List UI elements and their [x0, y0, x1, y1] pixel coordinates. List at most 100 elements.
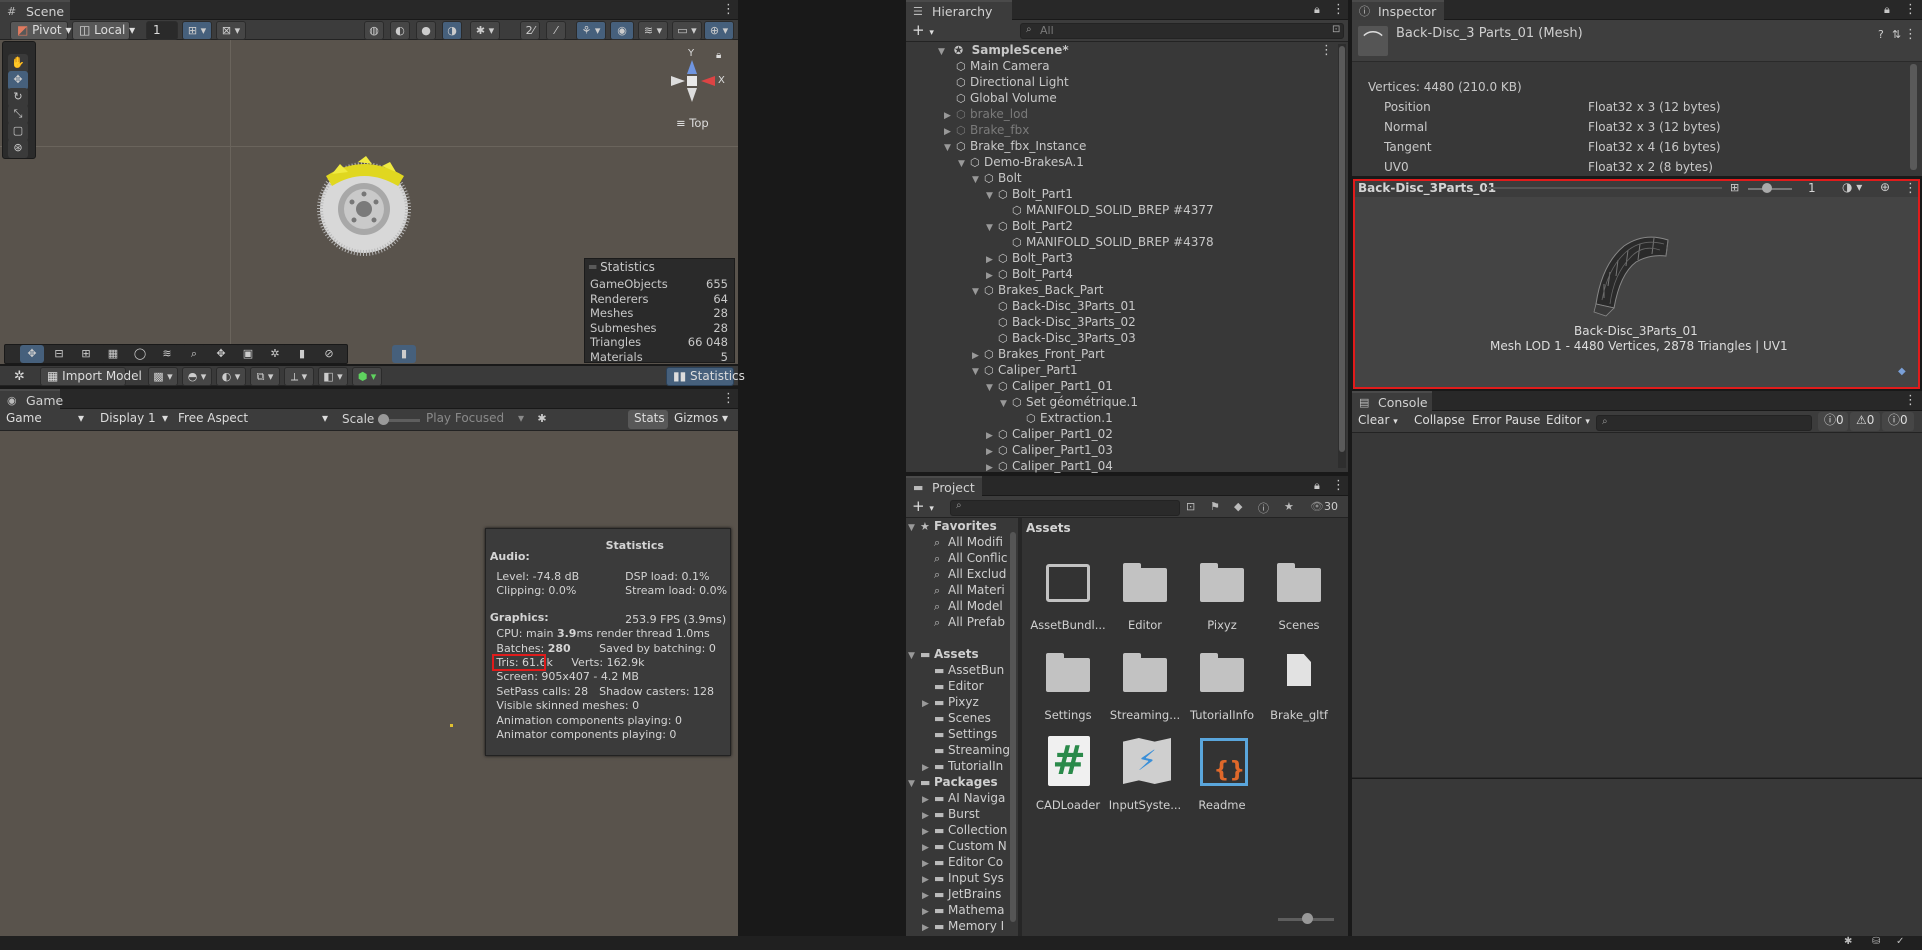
hierarchy-item[interactable]: ▶ ⬡ Bolt_Part4: [986, 266, 1073, 282]
tab-scene[interactable]: # Scene: [0, 0, 70, 20]
overlay-stats-button[interactable]: ▮: [392, 345, 416, 363]
project-tree-item[interactable]: ▬ AssetBun: [922, 662, 1004, 678]
search-by-label-icon[interactable]: ⚑: [1210, 500, 1220, 513]
hierarchy-item[interactable]: ⬡ Back-Disc_3Parts_02: [986, 314, 1136, 330]
expand-arrow-icon[interactable]: ▼: [986, 188, 998, 204]
hierarchy-item[interactable]: ▼ ⬡ Brake_fbx_Instance: [944, 138, 1086, 154]
tree-arrow-icon[interactable]: ▼: [908, 520, 920, 536]
scene-row-menu-icon[interactable]: ⋮: [1320, 44, 1333, 58]
expand-arrow-icon[interactable]: ▼: [986, 380, 998, 396]
overlay-tool-button[interactable]: ▮: [290, 345, 314, 363]
tab-inspector[interactable]: ⓘ Inspector: [1352, 0, 1444, 20]
project-tree-item[interactable]: ▬ Scenes: [922, 710, 991, 726]
tree-arrow-icon[interactable]: ▼: [908, 648, 920, 664]
hierarchy-item[interactable]: ▶ ⬡ Caliper_Part1_02: [986, 426, 1113, 442]
project-asset-folder[interactable]: Editor: [1105, 556, 1185, 640]
pivot-dropdown[interactable]: ◩ Pivot ▾: [10, 21, 71, 40]
overlay-tool-button[interactable]: ▣: [236, 345, 260, 363]
tab-game[interactable]: ◉ Game: [0, 389, 63, 409]
gizmo-view-label[interactable]: ≡ Top: [676, 116, 709, 130]
scene-viewport[interactable]: ✋ ✥ ↻ ⤡ ▢ ⊛ Y X Z 🔒︎ ≡ Top ═ Statistics …: [0, 40, 738, 364]
project-add-button[interactable]: + ▾: [912, 498, 934, 517]
gizmo-negx-cone[interactable]: [671, 76, 685, 86]
project-asset-folder[interactable]: Pixyz: [1182, 556, 1262, 640]
lighting-toggle-button[interactable]: ⁄: [546, 21, 566, 40]
gizmo-center-cube[interactable]: [687, 76, 697, 86]
expand-arrow-icon[interactable]: ▼: [972, 172, 984, 188]
2d-toggle-button[interactable]: 2⁄: [520, 21, 540, 40]
inspector-scrollbar[interactable]: [1910, 64, 1917, 170]
local-dropdown[interactable]: ◫ Local ▾: [72, 21, 135, 40]
console-log-area[interactable]: [1352, 433, 1922, 778]
console-clear-button[interactable]: Clear ▾: [1352, 412, 1402, 431]
pixyz-tool-6[interactable]: ◧ ▾: [318, 367, 348, 386]
status-debug-icon[interactable]: ✱: [1844, 936, 1852, 947]
project-breadcrumb[interactable]: Assets: [1026, 521, 1071, 535]
game-mode-dropdown[interactable]: Game ▾: [0, 410, 88, 429]
project-tree-item[interactable]: ▬ Streaming: [922, 742, 1010, 758]
hierarchy-item[interactable]: ▼ ⬡ Brakes_Back_Part: [972, 282, 1104, 298]
pixyz-tool-1[interactable]: ▩ ▾: [148, 367, 178, 386]
project-tree-item[interactable]: ▶ ▬ Memory I: [922, 918, 1004, 934]
unlit-shading-button[interactable]: ●: [416, 21, 436, 40]
project-asset-readme[interactable]: {} Readme: [1182, 736, 1262, 820]
project-tree-item[interactable]: ▬ Settings: [922, 726, 997, 742]
status-cache-icon[interactable]: ⛁: [1872, 936, 1880, 947]
expand-arrow-icon[interactable]: ▼: [986, 220, 998, 236]
transform-tool-button[interactable]: ⊛: [8, 139, 28, 158]
overlay-tool-button[interactable]: ◯: [128, 345, 152, 363]
import-model-button[interactable]: ▦ Import Model: [40, 367, 142, 386]
project-menu-icon[interactable]: ⋮: [1332, 479, 1345, 493]
hierarchy-menu-icon[interactable]: ⋮: [1332, 3, 1345, 17]
project-tree-item[interactable]: ⌕ All Exclud: [922, 566, 1006, 582]
project-tree-item[interactable]: ⌕ All Model: [922, 598, 1003, 614]
gizmo-negy-cone[interactable]: [687, 88, 697, 102]
overlay-tool-button[interactable]: ✥: [20, 345, 44, 363]
project-asset-folder[interactable]: Streaming...: [1105, 646, 1185, 730]
project-tree-item[interactable]: ▶ ▬ Burst: [922, 806, 980, 822]
display-dropdown[interactable]: Display 1 ▾: [94, 410, 172, 429]
game-stats-toggle[interactable]: Stats: [628, 410, 668, 429]
tree-arrow-icon[interactable]: ▼: [908, 776, 920, 792]
hierarchy-scroll-thumb[interactable]: [1339, 46, 1345, 452]
console-collapse-button[interactable]: Collapse: [1408, 412, 1465, 431]
gizmo-y-cone[interactable]: [687, 60, 697, 74]
tab-console[interactable]: ▤ Console: [1352, 391, 1432, 411]
overlay-tool-button[interactable]: ⌕: [182, 345, 206, 363]
camera-settings-button[interactable]: ▭ ▾: [672, 21, 702, 40]
project-tree-item[interactable]: ▶ ▬ Input Sys: [922, 870, 1004, 886]
hierarchy-item[interactable]: ⬡ Extraction.1: [1014, 410, 1113, 426]
inspector-menu-icon[interactable]: ⋮: [1904, 3, 1917, 17]
grid-toggle-button[interactable]: ⊞ ▾: [182, 21, 212, 40]
play-focused-dropdown[interactable]: Play Focused ▾: [420, 410, 528, 429]
hierarchy-search-options-icon[interactable]: ⊡: [1332, 24, 1340, 35]
hidden-packages-icon[interactable]: 👁︎30: [1310, 500, 1338, 513]
inspector-help-icon[interactable]: ?: [1878, 28, 1884, 41]
scale-slider-thumb[interactable]: [378, 414, 389, 425]
search-by-tag-icon[interactable]: ◆: [1234, 500, 1242, 513]
hierarchy-item[interactable]: ⬡ Back-Disc_3Parts_01: [986, 298, 1136, 314]
project-tree-item[interactable]: ▼ ▬ Packages: [908, 774, 998, 790]
hierarchy-add-button[interactable]: + ▾: [912, 22, 934, 41]
hierarchy-scene-row[interactable]: ▼ ✪ SampleScene*: [938, 42, 1069, 58]
wireframe-shading-button[interactable]: ◍: [364, 21, 384, 40]
project-tree-item[interactable]: ▬ Editor: [922, 678, 984, 694]
hierarchy-item[interactable]: ▼ ⬡ Demo-BrakesA.1: [958, 154, 1084, 170]
project-asset-input[interactable]: ⚡ InputSyste...: [1105, 736, 1185, 820]
project-asset-file[interactable]: Brake_gltf: [1259, 646, 1339, 730]
project-tree-item[interactable]: ⌕ All Prefab: [922, 614, 1005, 630]
hierarchy-item[interactable]: ⬡ MANIFOLD_SOLID_BREP #4377: [1000, 202, 1214, 218]
debug-draw-button[interactable]: ✱ ▾: [470, 21, 500, 40]
overlay-tool-button[interactable]: ≋: [155, 345, 179, 363]
hierarchy-item[interactable]: ▶ ⬡ Caliper_Part1_04: [986, 458, 1113, 474]
expand-arrow-icon[interactable]: ▼: [958, 156, 970, 172]
console-menu-icon[interactable]: ⋮: [1904, 394, 1917, 408]
gizmo-lock-icon[interactable]: 🔒︎: [716, 50, 721, 61]
expand-arrow-icon[interactable]: ▼: [972, 284, 984, 300]
hierarchy-item[interactable]: ⬡ Main Camera: [944, 58, 1050, 74]
shaded-wireframe-button[interactable]: ◐: [390, 21, 410, 40]
tab-hierarchy[interactable]: ☰ Hierarchy: [906, 0, 1012, 20]
project-asset-folder[interactable]: TutorialInfo: [1182, 646, 1262, 730]
project-tree-item[interactable]: ▼ ★ Favorites: [908, 518, 997, 534]
pixyz-tool-7[interactable]: ⬢ ▾: [352, 367, 382, 386]
